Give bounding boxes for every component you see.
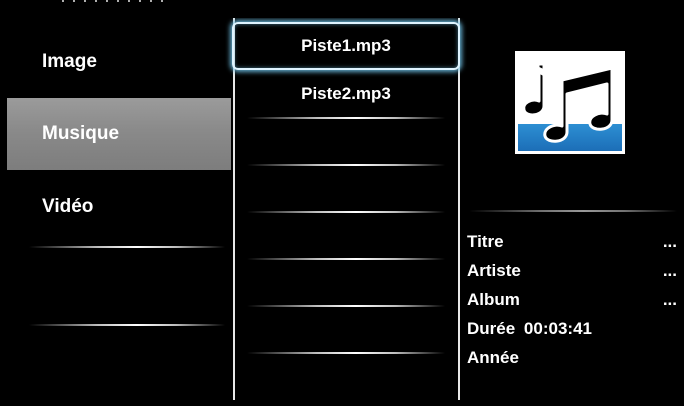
file-separator xyxy=(247,211,445,213)
detail-value: 00:03:41 xyxy=(523,319,592,338)
category-image[interactable]: Image xyxy=(7,26,231,98)
detail-label: Année xyxy=(467,348,519,367)
detail-value: ... xyxy=(662,290,677,309)
detail-value: ... xyxy=(662,232,677,251)
file-item-piste2[interactable]: Piste2.mp3 xyxy=(235,80,457,128)
detail-value: ... xyxy=(662,261,677,280)
category-musique-label: Musique xyxy=(42,123,120,144)
file-separator xyxy=(247,352,445,354)
top-clipped-text: · · · · · · · · · · xyxy=(60,0,165,10)
file-item-label: Piste2.mp3 xyxy=(301,84,391,103)
detail-label: Album xyxy=(467,290,520,309)
category-video[interactable]: Vidéo xyxy=(7,178,231,250)
detail-row-titre: Titre ... xyxy=(467,232,677,252)
detail-label: Durée xyxy=(467,319,516,338)
detail-row-annee: Année xyxy=(467,348,519,368)
category-video-label: Vidéo xyxy=(42,196,94,217)
file-separator xyxy=(247,258,445,260)
media-browser: Image Musique Vidéo Piste1.mp3 Piste2.mp… xyxy=(7,18,677,400)
music-notes-icon xyxy=(522,62,614,143)
detail-separator xyxy=(469,210,677,212)
detail-row-artiste: Artiste ... xyxy=(467,261,677,281)
category-musique[interactable]: Musique xyxy=(7,98,231,170)
album-art-thumbnail xyxy=(515,51,625,154)
column-divider-right xyxy=(458,18,460,400)
file-item-piste1[interactable]: Piste1.mp3 xyxy=(232,22,460,70)
category-separator xyxy=(29,324,225,326)
category-separator xyxy=(29,246,225,248)
detail-label: Titre xyxy=(467,232,504,251)
file-item-label: Piste1.mp3 xyxy=(301,36,391,55)
detail-row-duree: Durée 00:03:41 xyxy=(467,319,592,339)
category-image-label: Image xyxy=(42,51,97,72)
file-separator xyxy=(247,305,445,307)
column-divider-left xyxy=(233,18,235,400)
file-separator xyxy=(247,117,445,119)
detail-row-album: Album ... xyxy=(467,290,677,310)
file-separator xyxy=(247,164,445,166)
detail-label: Artiste xyxy=(467,261,521,280)
